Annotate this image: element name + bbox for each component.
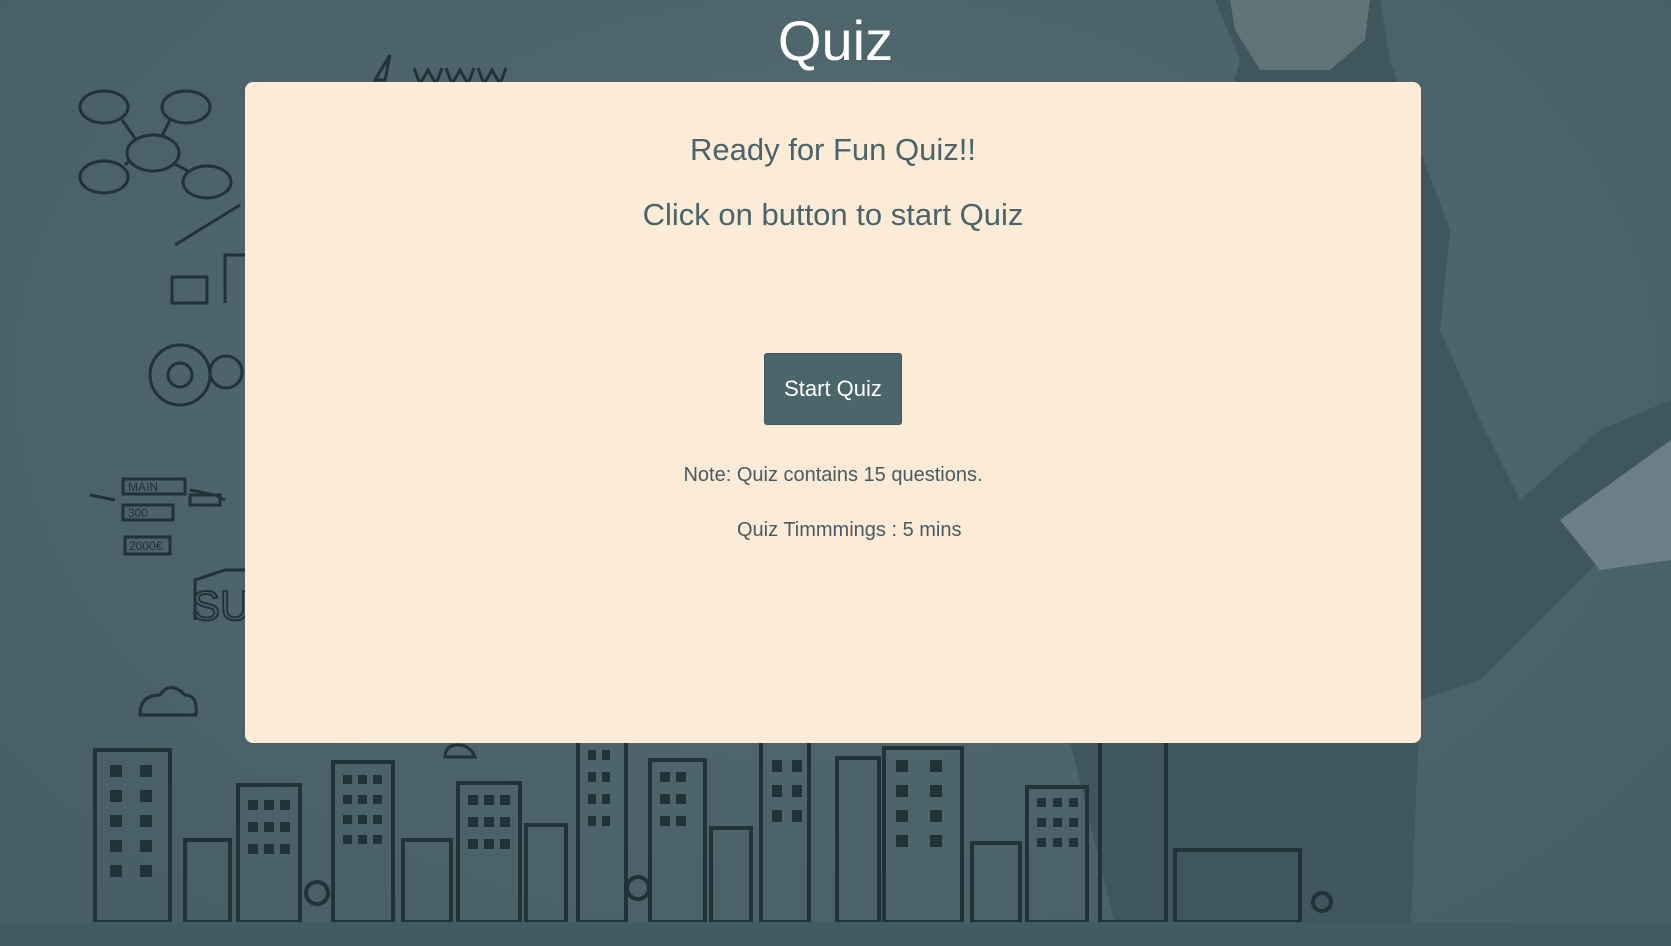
svg-text:300: 300 — [128, 506, 148, 520]
quiz-start-card: Ready for Fun Quiz!! Click on button to … — [245, 82, 1421, 743]
start-quiz-button[interactable]: Start Quiz — [764, 353, 902, 425]
svg-text:MAIN: MAIN — [128, 480, 158, 494]
quiz-welcome-heading: Ready for Fun Quiz!! — [689, 132, 976, 167]
quiz-instruction-heading: Click on button to start Quiz — [642, 197, 1024, 232]
quiz-timing-note: Quiz Timmmings : 5 mins — [737, 519, 962, 541]
question-count-note: Note: Quiz contains 15 questions. — [683, 464, 983, 486]
page-title: Quiz — [777, 9, 894, 72]
bottom-strip — [0, 922, 1671, 946]
svg-text:2000€: 2000€ — [129, 539, 163, 553]
